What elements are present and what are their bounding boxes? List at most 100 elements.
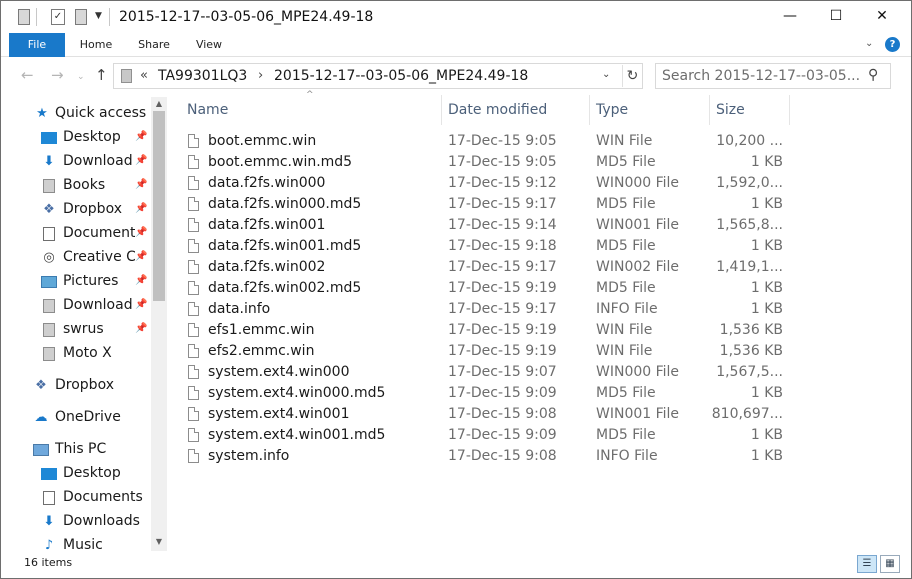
minimize-button[interactable]: —	[767, 1, 813, 32]
file-type: WIN File	[596, 343, 653, 359]
sidebar-item-swrus[interactable]: swrus 📌	[1, 319, 151, 341]
table-row[interactable]: data.f2fs.win002 17-Dec-15 9:17 WIN002 Fil…	[169, 257, 789, 278]
table-row[interactable]: data.f2fs.win001 17-Dec-15 9:14 WIN001 Fil…	[169, 215, 789, 236]
table-row[interactable]: system.ext4.win000 17-Dec-15 9:07 WIN000 F…	[169, 362, 789, 383]
column-divider[interactable]	[441, 95, 442, 125]
scroll-down-chevron-down-icon[interactable]: ▼	[151, 535, 167, 549]
explorer-window: ✓ ▼ 2015-12-17--03-05-06_MPE24.49-18 — ☐…	[0, 0, 912, 579]
maximize-button[interactable]: ☐	[813, 1, 859, 32]
breadcrumb-separator-chevron-right-icon[interactable]: ›	[258, 68, 263, 83]
pin-icon[interactable]: 📌	[135, 251, 147, 262]
tab-file[interactable]: File	[9, 33, 65, 57]
sidebar-item-pictures[interactable]: Pictures 📌	[1, 271, 151, 293]
table-row[interactable]: efs2.emmc.win 17-Dec-15 9:19 WIN File 1,536…	[169, 341, 789, 362]
table-row[interactable]: boot.emmc.win.md5 17-Dec-15 9:05 MD5 File 1…	[169, 152, 789, 173]
help-icon[interactable]: ?	[885, 37, 900, 52]
sidebar-item-books[interactable]: Books 📌	[1, 175, 151, 197]
column-divider[interactable]	[709, 95, 710, 125]
tab-home[interactable]: Home	[73, 33, 119, 57]
folder-icon	[43, 299, 55, 313]
table-row[interactable]: data.info 17-Dec-15 9:17 INFO File 1 KB	[169, 299, 789, 320]
sidebar-item-pc-documents[interactable]: Documents	[1, 487, 151, 509]
column-header-type[interactable]: Type	[596, 95, 706, 125]
ribbon: File Home Share View ⌄ ?	[1, 33, 911, 57]
sidebar-item-pc-downloads[interactable]: ⬇ Downloads	[1, 511, 151, 533]
search-input[interactable]	[662, 67, 862, 85]
star-icon: ★	[36, 106, 48, 121]
file-name: efs1.emmc.win	[208, 322, 315, 338]
table-row[interactable]: data.f2fs.win000.md5 17-Dec-15 9:17 MD5 Fi…	[169, 194, 789, 215]
sidebar-item-desktop[interactable]: Desktop 📌	[1, 127, 151, 149]
table-row[interactable]: system.ext4.win000.md5 17-Dec-15 9:09 MD5 …	[169, 383, 789, 404]
column-divider[interactable]	[789, 95, 790, 125]
sidebar-item-this-pc[interactable]: This PC	[1, 439, 151, 461]
details-view-icon[interactable]: ☰	[857, 555, 877, 573]
sidebar-item-onedrive[interactable]: ☁ OneDrive	[1, 407, 151, 429]
table-row[interactable]: data.f2fs.win000 17-Dec-15 9:12 WIN000 Fil…	[169, 173, 789, 194]
expand-ribbon-chevron-down-icon[interactable]: ⌄	[865, 38, 873, 49]
close-button[interactable]: ✕	[859, 1, 905, 32]
sidebar-item-download-folder[interactable]: Download 📌	[1, 295, 151, 317]
tab-view[interactable]: View	[187, 33, 231, 57]
new-folder-icon[interactable]	[75, 9, 87, 25]
search-icon[interactable]: ⚲	[868, 67, 878, 83]
file-date-modified: 17-Dec-15 9:09	[448, 385, 557, 401]
customize-toolbar-chevron-down-icon[interactable]: ▼	[95, 11, 102, 21]
table-row[interactable]: boot.emmc.win 17-Dec-15 9:05 WIN File 10,20…	[169, 131, 789, 152]
documents-icon	[43, 491, 55, 505]
table-row[interactable]: data.f2fs.win002.md5 17-Dec-15 9:19 MD5 Fi…	[169, 278, 789, 299]
address-bar[interactable]: « TA99301LQ3 › 2015-12-17--03-05-06_MPE2…	[113, 63, 643, 89]
forward-arrow-right-icon[interactable]: →	[51, 67, 64, 83]
breadcrumb-overflow[interactable]: «	[140, 68, 148, 83]
file-icon	[188, 344, 199, 358]
column-header-name[interactable]: Name	[187, 95, 439, 125]
scroll-up-chevron-up-icon[interactable]: ▲	[151, 97, 167, 111]
properties-check-icon[interactable]: ✓	[51, 9, 65, 25]
breadcrumb-segment-device[interactable]: TA99301LQ3	[158, 68, 247, 84]
pin-icon[interactable]: 📌	[135, 323, 147, 334]
pin-icon[interactable]: 📌	[135, 299, 147, 310]
table-row[interactable]: system.ext4.win001.md5 17-Dec-15 9:09 MD5 …	[169, 425, 789, 446]
up-arrow-up-icon[interactable]: ↑	[95, 67, 108, 83]
sidebar-item-creative-cloud[interactable]: ◎ Creative C 📌	[1, 247, 151, 269]
sidebar-item-moto-x[interactable]: Moto X	[1, 343, 151, 365]
tab-share[interactable]: Share	[131, 33, 177, 57]
sidebar-item-dropbox[interactable]: ❖ Dropbox 📌	[1, 199, 151, 221]
table-row[interactable]: system.ext4.win001 17-Dec-15 9:08 WIN001 F…	[169, 404, 789, 425]
column-header-date-modified[interactable]: Date modified	[448, 95, 588, 125]
file-name: efs2.emmc.win	[208, 343, 315, 359]
pin-icon[interactable]: 📌	[135, 155, 147, 166]
sidebar-item-pc-desktop[interactable]: Desktop	[1, 463, 151, 485]
sidebar-item-download[interactable]: ⬇ Download 📌	[1, 151, 151, 173]
sidebar-item-pc-music[interactable]: ♪ Music	[1, 535, 151, 551]
column-header-size[interactable]: Size	[716, 95, 788, 125]
large-icons-view-icon[interactable]: ▦	[880, 555, 900, 573]
pin-icon[interactable]: 📌	[135, 275, 147, 286]
folder-properties-icon[interactable]	[18, 9, 30, 25]
file-name: data.info	[208, 301, 271, 317]
creative-cloud-icon: ◎	[43, 250, 55, 265]
table-row[interactable]: system.info 17-Dec-15 9:08 INFO File 1 KB	[169, 446, 789, 467]
file-type: WIN000 File	[596, 364, 680, 380]
sidebar-item-quick-access[interactable]: ★ Quick access	[1, 103, 151, 125]
table-row[interactable]: data.f2fs.win001.md5 17-Dec-15 9:18 MD5 Fi…	[169, 236, 789, 257]
refresh-icon[interactable]: ↻	[622, 65, 642, 87]
file-name: system.ext4.win001	[208, 406, 350, 422]
sidebar-item-dropbox-root[interactable]: ❖ Dropbox	[1, 375, 151, 397]
pin-icon[interactable]: 📌	[135, 227, 147, 238]
file-name: boot.emmc.win	[208, 133, 317, 149]
file-type: MD5 File	[596, 154, 656, 170]
pin-icon[interactable]: 📌	[135, 203, 147, 214]
file-type: INFO File	[596, 301, 658, 317]
column-divider[interactable]	[589, 95, 590, 125]
pin-icon[interactable]: 📌	[135, 179, 147, 190]
table-row[interactable]: efs1.emmc.win 17-Dec-15 9:19 WIN File 1,536…	[169, 320, 789, 341]
recent-locations-chevron-down-icon[interactable]: ⌄	[77, 69, 85, 85]
back-arrow-left-icon[interactable]: ←	[21, 67, 34, 83]
breadcrumb-segment-folder[interactable]: 2015-12-17--03-05-06_MPE24.49-18	[274, 68, 528, 84]
sidebar-scrollbar-thumb[interactable]	[153, 111, 165, 301]
sidebar-item-documents[interactable]: Document 📌	[1, 223, 151, 245]
address-history-chevron-down-icon[interactable]: ⌄	[602, 69, 610, 80]
pin-icon[interactable]: 📌	[135, 131, 147, 142]
search-box[interactable]: ⚲	[655, 63, 891, 89]
